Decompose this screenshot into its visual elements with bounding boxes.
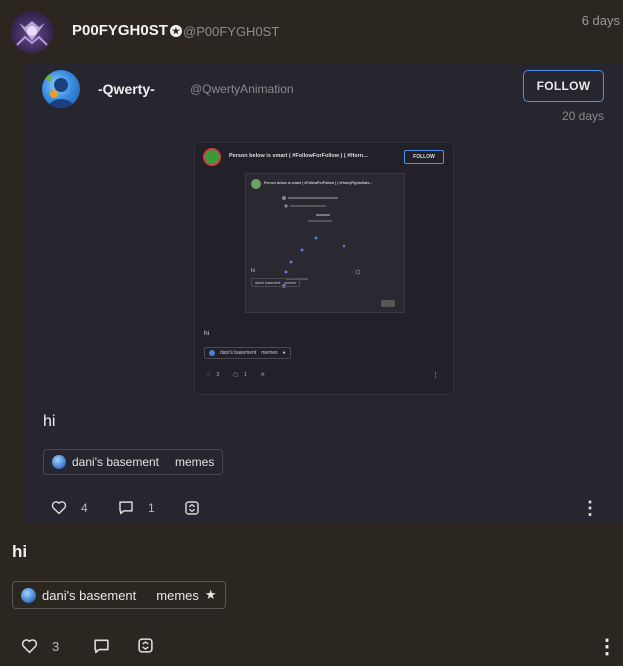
nested-inner-tag: dani's basement memes: [251, 278, 300, 287]
outer-author-avatar[interactable]: [11, 11, 53, 53]
repost-body-text: hi: [43, 413, 56, 430]
repost-community-label[interactable]: dani's basement: [72, 455, 159, 469]
repost-like-count: 4: [81, 500, 88, 515]
repost-actions-bar: 4 1 ⋮: [24, 494, 623, 522]
repost-timestamp: 20 days: [562, 109, 605, 123]
community-globe-icon: [21, 587, 36, 603]
nested-comment-count: 1: [244, 372, 247, 378]
nested-tag-label: memes: [261, 350, 278, 356]
nested-community: dani's basement: [220, 350, 257, 356]
outer-author-name[interactable]: P00FYGH0ST ★: [72, 22, 182, 39]
repost-comment-button[interactable]: 1: [118, 500, 155, 515]
repost-comment-count: 1: [148, 500, 155, 515]
outer-comment-button[interactable]: [93, 638, 110, 654]
nested-inner-screenshot: Person below is smart ( #FollowForFollow…: [245, 173, 405, 313]
nested-actions: ♡ 3 ▢ 1 ⟳: [206, 372, 265, 378]
repost-tag-label[interactable]: memes: [175, 455, 214, 469]
nested-body-text: hi: [204, 330, 210, 337]
outer-author-handle[interactable]: @P00FYGH0ST: [183, 24, 279, 39]
outer-body-text: hi: [12, 542, 28, 561]
outer-tag-label[interactable]: memes: [156, 588, 199, 603]
outer-like-button[interactable]: 3: [21, 638, 59, 654]
nested-inner-tag-label: memes: [284, 280, 296, 285]
outer-actions-bar: 3 ⋮: [0, 634, 623, 660]
outer-tag-pill[interactable]: dani's basement memes ★: [12, 581, 226, 609]
nested-inner-community: dani's basement: [255, 280, 281, 285]
outer-more-button[interactable]: ⋮: [597, 634, 617, 659]
more-vertical-icon: ⋮: [581, 498, 599, 518]
comment-icon: [94, 639, 109, 654]
more-vertical-icon: ⋮: [597, 636, 617, 658]
nested-follow-button: FOLLOW: [404, 150, 444, 164]
repost-icon: [138, 638, 153, 653]
follow-button[interactable]: FOLLOW: [523, 70, 604, 102]
nested-avatar: [203, 148, 221, 166]
nested-title: Person below is smart ( #FollowForFollow…: [229, 153, 368, 159]
outer-timestamp: 6 days: [581, 13, 620, 28]
nested-tag: dani's basement memes ●: [204, 347, 291, 359]
repost-icon: [185, 501, 199, 515]
nested-inner-content: [282, 196, 361, 288]
community-globe-icon: [52, 455, 66, 469]
heart-icon: [21, 639, 38, 654]
nested-inner-body-text: hi: [251, 268, 255, 274]
outer-community-label[interactable]: dani's basement: [42, 588, 136, 603]
heart-icon: [51, 501, 67, 515]
nested-repost-icon: ⟳: [260, 372, 265, 378]
repost-author-name[interactable]: -Qwerty-: [98, 81, 155, 97]
verified-star-icon: ★: [169, 25, 182, 37]
outer-author-name-text: P00FYGH0ST: [72, 22, 168, 39]
nested-inner-button: [381, 300, 395, 307]
repost-more-button[interactable]: ⋮: [581, 498, 599, 519]
nested-comment-icon: ▢: [233, 372, 238, 378]
repost-like-button[interactable]: 4: [51, 500, 88, 515]
nested-screenshot-image[interactable]: Person below is smart ( #FollowForFollow…: [195, 143, 453, 394]
repost-author-handle[interactable]: @QwertyAnimation: [190, 82, 294, 96]
nested-inner-title: Person below is smart ( #FollowForFollow…: [264, 181, 373, 185]
star-icon: ★: [204, 587, 217, 602]
nested-heart-icon: ♡: [206, 372, 211, 378]
repost-card[interactable]: -Qwerty- @QwertyAnimation FOLLOW 20 days…: [24, 64, 623, 523]
nested-more-icon: ⋮: [432, 372, 439, 379]
nested-like-count: 3: [216, 372, 220, 378]
repost-repost-button[interactable]: [184, 500, 200, 516]
repost-author-avatar[interactable]: [42, 70, 80, 108]
repost-tag-pill[interactable]: dani's basement memes: [43, 449, 224, 475]
nested-globe-icon: [209, 350, 215, 356]
outer-like-count: 3: [52, 638, 60, 654]
comment-icon: [119, 501, 133, 515]
nested-star-icon: ●: [282, 350, 286, 356]
outer-repost-button[interactable]: [137, 637, 154, 654]
